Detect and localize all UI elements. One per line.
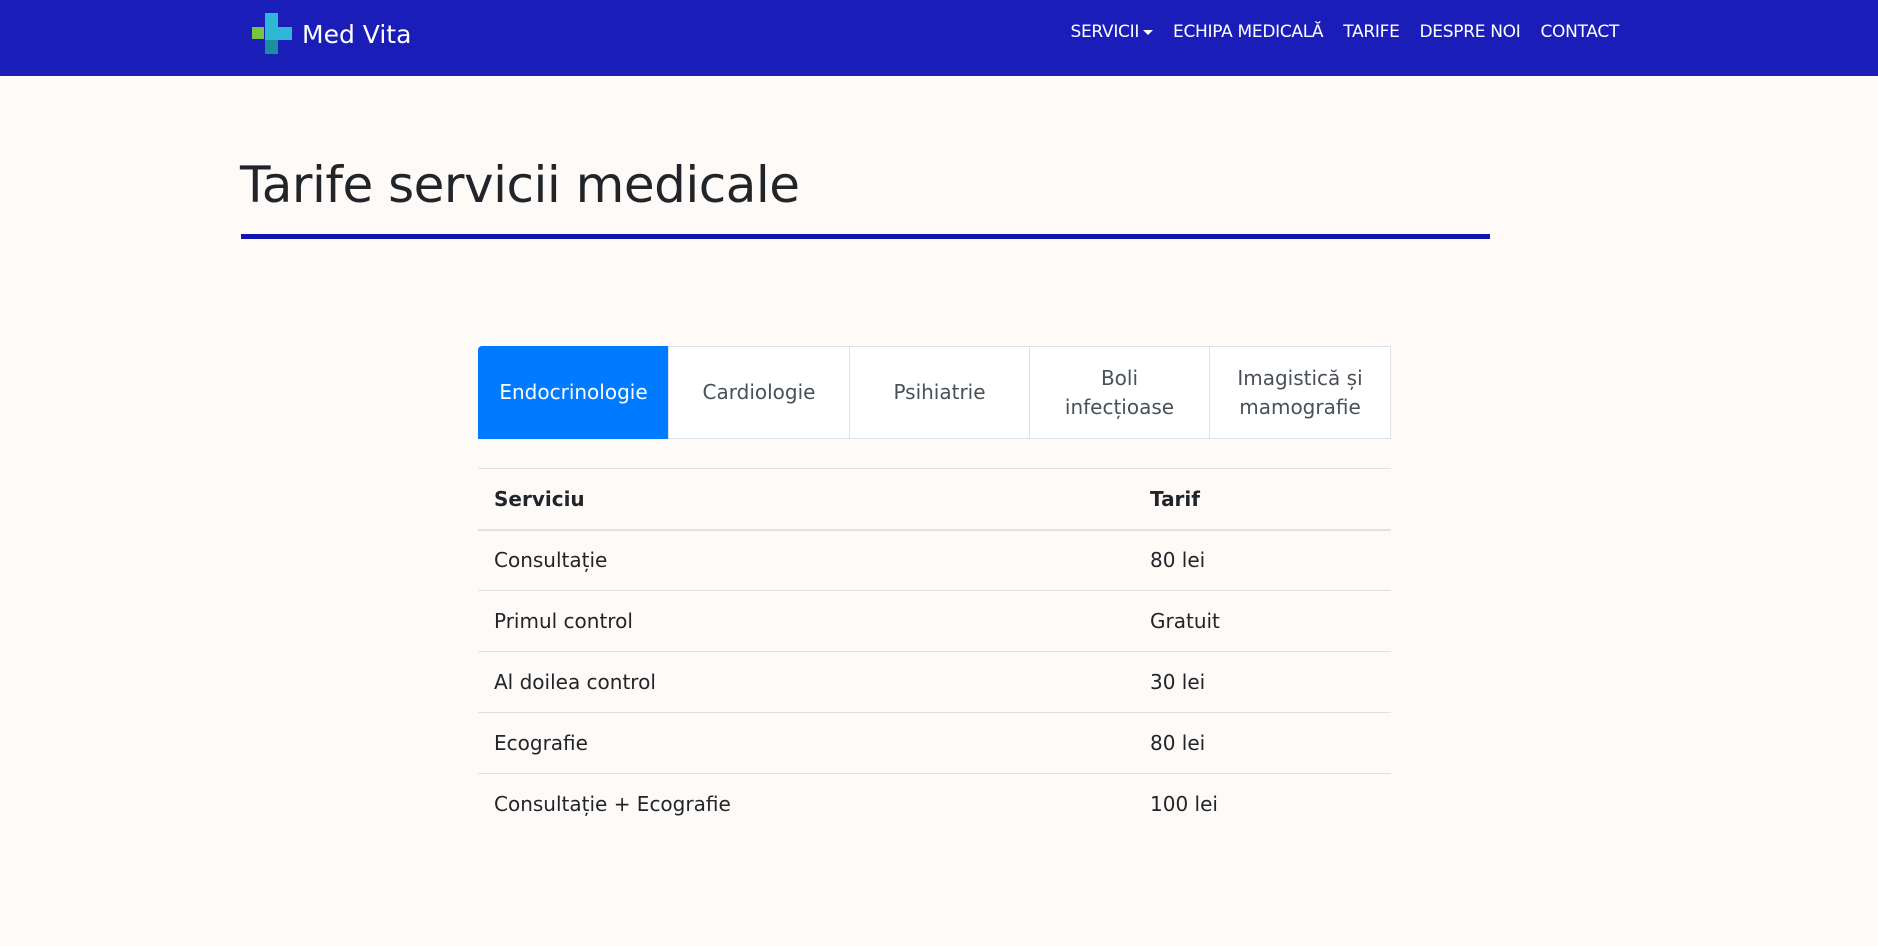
price-cell: Gratuit [1134, 590, 1391, 652]
medical-cross-logo-icon [251, 13, 293, 55]
tab-imagistica-si-mamografie[interactable]: Imagistică și mamografie [1209, 346, 1391, 439]
service-cell: Consultație [478, 529, 1134, 591]
column-header-serviciu: Serviciu [478, 468, 1134, 531]
price-cell: 100 lei [1134, 773, 1391, 835]
tab-psihiatrie[interactable]: Psihiatrie [849, 346, 1030, 439]
table-row: Al doilea control 30 lei [478, 651, 1391, 713]
tab-label: Cardiologie [702, 380, 816, 404]
tab-label-line: infecțioase [1064, 394, 1175, 419]
table-row: Consultație + Ecografie 100 lei [478, 773, 1391, 835]
service-cell: Primul control [478, 590, 1134, 652]
tab-boli-infectioase[interactable]: Boli infecțioase [1029, 346, 1210, 439]
nav-link-tarife[interactable]: TARIFE [1343, 22, 1400, 42]
price-cell: 80 lei [1134, 712, 1391, 774]
table-header-row: Serviciu Tarif [478, 468, 1391, 531]
price-cell: 80 lei [1134, 529, 1391, 591]
table-row: Consultație 80 lei [478, 529, 1391, 591]
top-navbar: Med Vita SERVICII ECHIPA MEDICALĂ TARIFE… [0, 0, 1878, 76]
nav-links: SERVICII ECHIPA MEDICALĂ TARIFE DESPRE N… [1050, 22, 1619, 42]
service-cell: Al doilea control [478, 651, 1134, 713]
nav-link-echipa-medicala[interactable]: ECHIPA MEDICALĂ [1173, 22, 1324, 42]
tab-label: Psihiatrie [893, 380, 986, 404]
nav-link-label: SERVICII [1070, 22, 1140, 42]
nav-link-contact[interactable]: CONTACT [1540, 22, 1619, 42]
tab-label: Endocrinologie [499, 380, 648, 404]
tab-label-line: Imagistică și [1237, 365, 1363, 390]
column-header-tarif: Tarif [1134, 468, 1391, 531]
nav-link-servicii[interactable]: SERVICII [1070, 22, 1154, 42]
tab-label: Boli infecțioase [1065, 364, 1174, 422]
title-underline [241, 234, 1490, 239]
tab-endocrinologie[interactable]: Endocrinologie [478, 346, 669, 439]
tab-cardiologie[interactable]: Cardiologie [668, 346, 850, 439]
nav-link-despre-noi[interactable]: DESPRE NOI [1420, 22, 1521, 42]
page-title: Tarife servicii medicale [240, 156, 800, 214]
service-cell: Consultație + Ecografie [478, 773, 1134, 835]
price-table: Serviciu Tarif Consultație 80 lei Primul… [478, 468, 1391, 835]
price-cell: 30 lei [1134, 651, 1391, 713]
table-row: Primul control Gratuit [478, 590, 1391, 652]
caret-down-icon [1143, 29, 1154, 35]
brand-name: Med Vita [302, 19, 412, 49]
brand-link[interactable]: Med Vita [251, 13, 411, 55]
tab-label-line: Boli [1100, 365, 1139, 390]
table-row: Ecografie 80 lei [478, 712, 1391, 774]
tab-label: Imagistică și mamografie [1237, 364, 1362, 422]
tab-label-line: mamografie [1239, 394, 1361, 419]
service-cell: Ecografie [478, 712, 1134, 774]
